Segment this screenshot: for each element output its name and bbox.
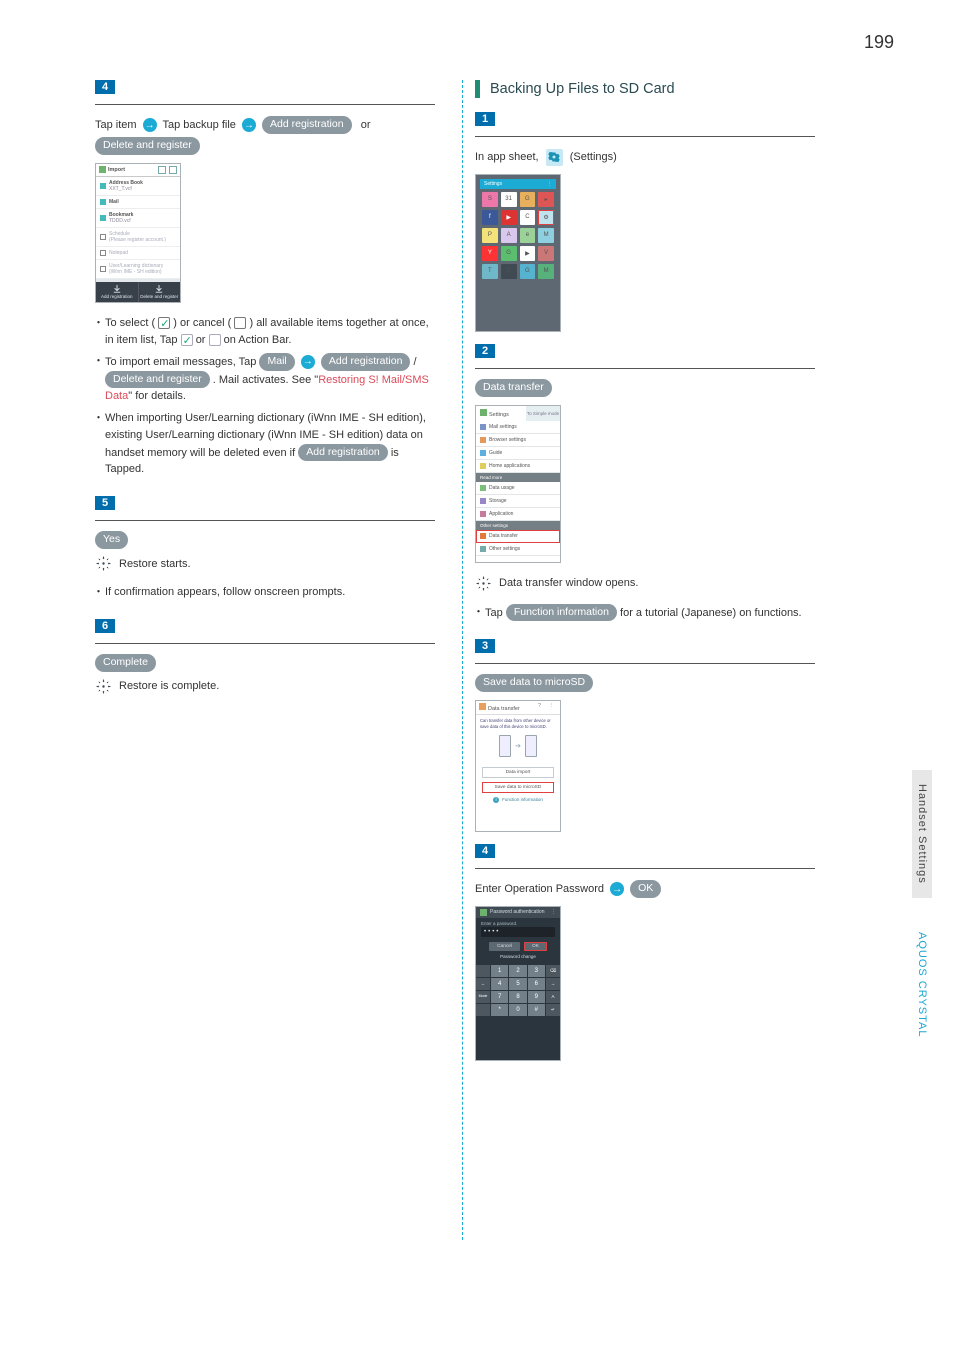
note-item: Tap Function information for a tutorial …	[475, 604, 815, 622]
delete-and-register-pill: Delete and register	[105, 371, 210, 389]
rule	[475, 368, 815, 369]
note-item: To select ( ) or cancel ( ) all availabl…	[95, 315, 435, 349]
yes-pill: Yes	[95, 531, 128, 549]
arrow-icon	[242, 118, 256, 132]
left-column: 4 Tap item Tap backup file Add registrat…	[95, 80, 455, 1073]
text: Tap item	[95, 119, 137, 131]
uncheck-action-icon	[209, 334, 221, 346]
arrow-icon	[143, 118, 157, 132]
step-4-instruction: Tap item Tap backup file Add registratio…	[95, 115, 435, 157]
step-2-result: Data transfer window opens.	[475, 575, 815, 592]
add-registration-pill: Add registration	[321, 353, 411, 371]
heading-accent	[475, 80, 480, 98]
function-information-pill: Function information	[506, 604, 617, 622]
rule	[95, 104, 435, 105]
burst-icon	[95, 678, 112, 695]
ok-pill: OK	[630, 880, 661, 898]
side-tabs: Handset Settings AQUOS CRYSTAL	[912, 770, 932, 1051]
arrow-icon	[301, 355, 315, 369]
unchecked-icon	[234, 317, 246, 329]
step-6-result: Restore is complete.	[95, 678, 435, 695]
add-registration-pill: Add registration	[262, 116, 352, 134]
app-sheet-screenshot: Settings⋮ S31G▸ f▶C⚙ PAeM YG▶V TCGM	[475, 174, 561, 332]
note-item: When importing User/Learning dictionary …	[95, 410, 435, 479]
complete-pill: Complete	[95, 654, 156, 672]
section-heading: Backing Up Files to SD Card	[475, 80, 815, 98]
step-1-instruction: In app sheet, (Settings)	[475, 147, 815, 168]
text: or	[361, 119, 371, 131]
step-5-result: Restore starts.	[95, 555, 435, 572]
result-text: Restore is complete.	[119, 680, 219, 692]
side-tab-handset-settings[interactable]: Handset Settings	[912, 770, 932, 898]
right-column: Backing Up Files to SD Card 1 In app she…	[455, 80, 815, 1073]
check-icon	[158, 317, 170, 329]
save-to-microsd-pill: Save data to microSD	[475, 674, 593, 692]
rule	[475, 663, 815, 664]
rule	[95, 520, 435, 521]
text: Tap backup file	[163, 119, 236, 131]
add-registration-pill: Add registration	[298, 444, 388, 462]
step-2-badge: 2	[475, 344, 495, 358]
result-text: Data transfer window opens.	[499, 577, 638, 589]
result-text: Restore starts.	[119, 558, 191, 570]
password-screenshot: Password authentication⋮ Enter a passwor…	[475, 906, 561, 1061]
arrow-icon	[610, 882, 624, 896]
step-4r-instruction: Enter Operation Password OK	[475, 879, 815, 900]
data-transfer-screenshot: Data transfer? ⋮ Can transfer data from …	[475, 700, 561, 832]
heading-text: Backing Up Files to SD Card	[490, 81, 675, 97]
burst-icon	[475, 575, 492, 592]
delete-and-register-pill: Delete and register	[95, 137, 200, 155]
check-action-icon	[181, 334, 193, 346]
step-4-notes: To select ( ) or cancel ( ) all availabl…	[95, 315, 435, 479]
step-6-badge: 6	[95, 619, 115, 633]
side-tab-brand: AQUOS CRYSTAL	[912, 918, 932, 1052]
step-4-badge: 4	[95, 80, 115, 94]
note-item: If confirmation appears, follow onscreen…	[95, 584, 435, 601]
step-3-badge: 3	[475, 639, 495, 653]
data-transfer-pill: Data transfer	[475, 379, 552, 397]
rule	[475, 136, 815, 137]
import-screenshot: Import Address BookXXT_T.vcf Mail Bookma…	[95, 163, 181, 303]
step-5-badge: 5	[95, 496, 115, 510]
page-number: 199	[864, 32, 894, 53]
step-4r-badge: 4	[475, 844, 495, 858]
rule	[475, 868, 815, 869]
rule	[95, 643, 435, 644]
settings-icon	[546, 149, 563, 166]
burst-icon	[95, 555, 112, 572]
step-1-badge: 1	[475, 112, 495, 126]
note-item: To import email messages, Tap Mail Add r…	[95, 353, 435, 406]
mail-pill: Mail	[259, 353, 294, 371]
settings-list-screenshot: SettingsTo Simple mode Mail settings Bro…	[475, 405, 561, 563]
